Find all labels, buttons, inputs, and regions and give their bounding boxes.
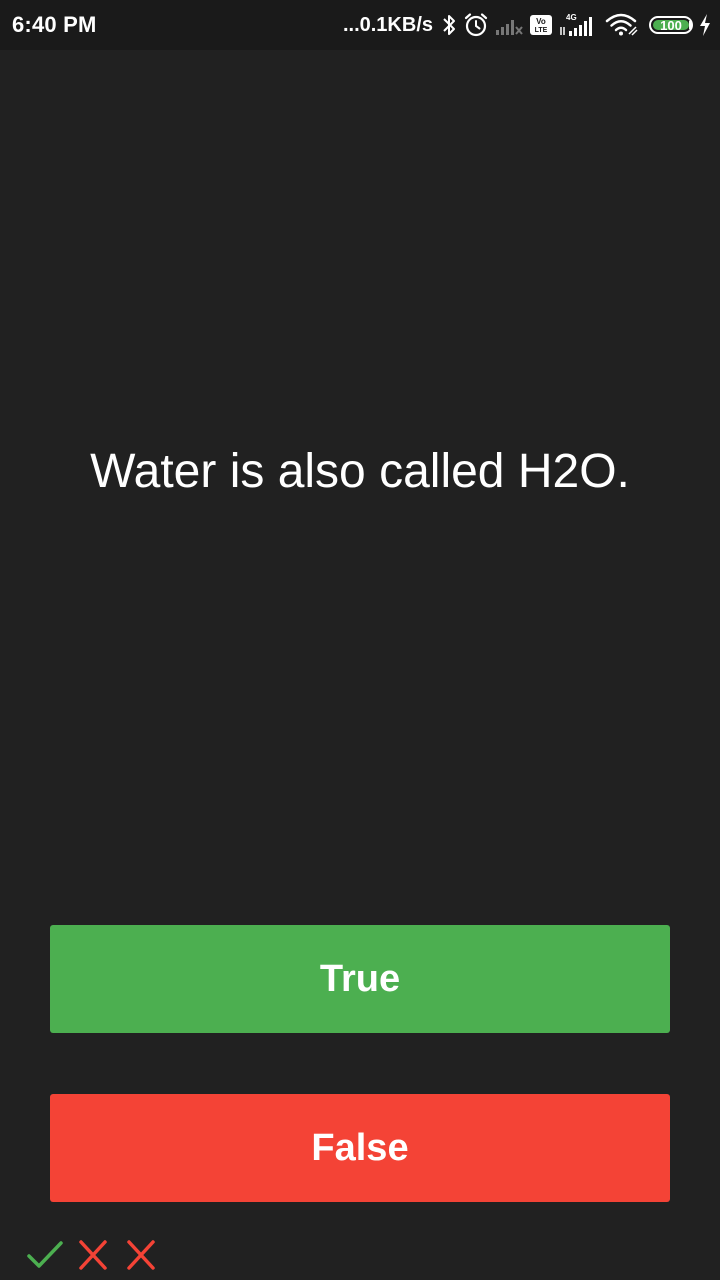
true-button[interactable]: True (50, 925, 670, 1033)
signal-4g-icon: 4G (559, 12, 599, 38)
svg-text:4G: 4G (566, 13, 577, 22)
status-bar: 6:40 PM ...0.1KB/s Vo LTE 4G 100 (0, 0, 720, 50)
network-speed: ...0.1KB/s (342, 13, 433, 36)
battery-level: 100 (660, 17, 682, 33)
wifi-icon (605, 12, 639, 38)
correct-check-icon (26, 1239, 64, 1271)
alarm-icon (463, 12, 489, 38)
battery-icon: 100 (645, 16, 693, 34)
score-history (26, 1239, 160, 1271)
false-button[interactable]: False (50, 1094, 670, 1202)
volte-icon: Vo LTE (529, 14, 553, 36)
status-time: 6:40 PM (12, 12, 97, 37)
svg-text:LTE: LTE (535, 27, 548, 34)
charging-icon (698, 13, 712, 37)
wrong-cross-icon (74, 1239, 112, 1271)
bluetooth-icon (441, 13, 457, 37)
signal-sim1-icon (495, 14, 523, 36)
svg-text:Vo: Vo (536, 17, 546, 26)
battery-indicator: 100 (649, 16, 693, 34)
question-text: Water is also called H2O. (90, 445, 630, 498)
status-icons: ...0.1KB/s Vo LTE 4G 100 (343, 10, 712, 40)
wrong-cross-icon (122, 1239, 160, 1271)
